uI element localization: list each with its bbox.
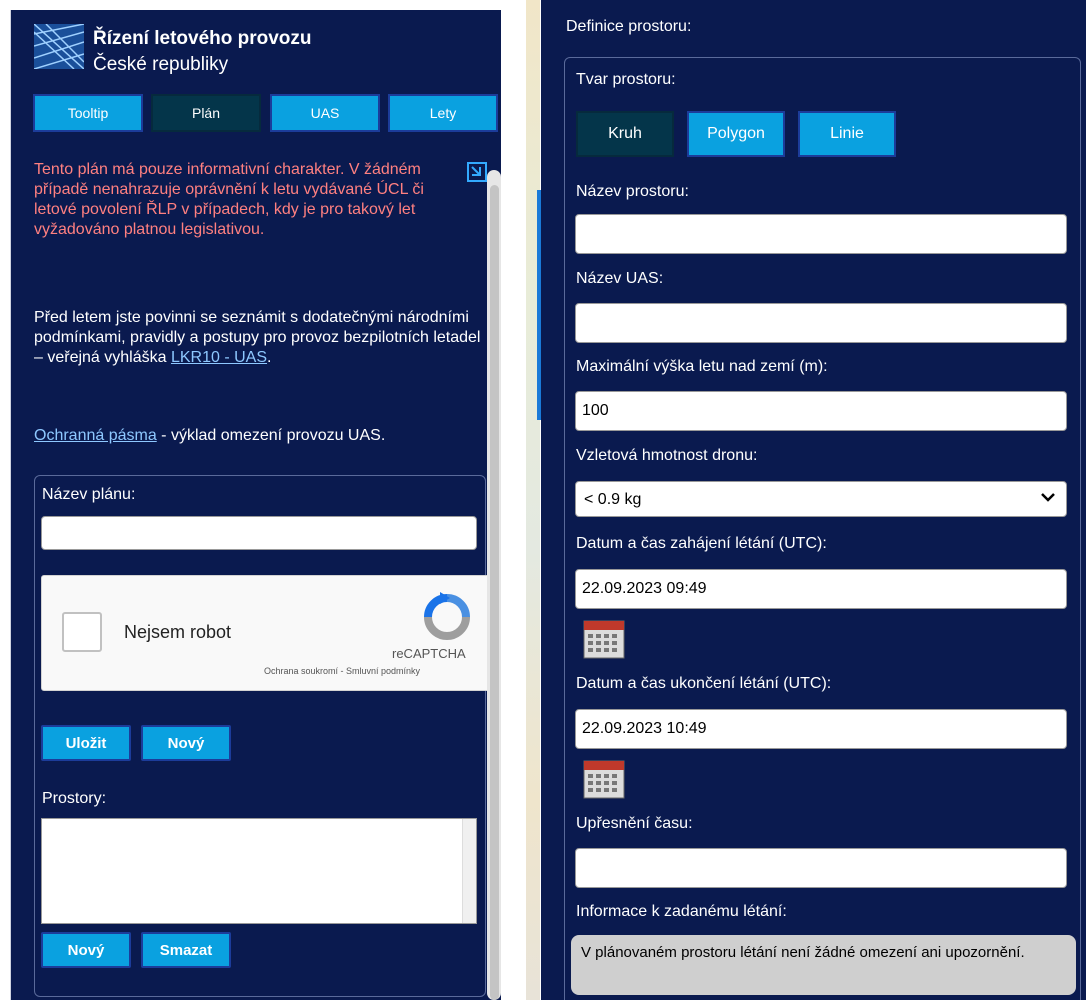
end-time-label: Datum a čas ukončení létání (UTC): — [576, 675, 832, 692]
new-plan-button[interactable]: Nový — [141, 725, 231, 761]
protection-paragraph: Ochranná pásma - výklad omezení provozu … — [34, 426, 494, 446]
rlp-logo-icon — [34, 24, 84, 69]
collapse-icon[interactable] — [467, 162, 487, 182]
plan-panel: Řízení letového provozu České republiky … — [10, 10, 501, 1000]
brand-subtitle: České republiky — [93, 54, 229, 75]
uas-name-label: Název UAS: — [576, 270, 664, 287]
recaptcha-checkbox[interactable] — [62, 612, 102, 652]
brand-title: Řízení letového provozu — [93, 28, 312, 49]
panel-scrollbar-thumb[interactable] — [490, 185, 499, 1000]
new-space-button[interactable]: Nový — [41, 932, 131, 968]
tab-bar: Tooltip Plán UAS Lety — [33, 94, 498, 136]
max-height-input[interactable] — [575, 391, 1067, 431]
weight-label: Vzletová hmotnost dronu: — [576, 447, 758, 464]
time-spec-label: Upřesnění času: — [576, 815, 693, 832]
tab-uas[interactable]: UAS — [270, 94, 380, 132]
delete-space-button[interactable]: Smazat — [141, 932, 231, 968]
plan-name-input[interactable] — [41, 516, 477, 550]
info-text-end: . — [267, 349, 272, 366]
start-calendar-icon[interactable] — [583, 618, 625, 660]
uas-name-input[interactable] — [575, 303, 1067, 343]
map-background[interactable] — [526, 0, 540, 1000]
lkr10-link[interactable]: LKR10 - UAS — [171, 349, 267, 366]
recaptcha-widget: Nejsem robot reCAPTCHA Ochrana soukromí … — [41, 575, 501, 691]
recaptcha-logo-icon — [424, 592, 470, 640]
recaptcha-label: Nejsem robot — [124, 622, 232, 642]
weight-select[interactable]: < 0.9 kg — [575, 481, 1067, 517]
space-name-input[interactable] — [575, 214, 1067, 254]
shape-line-button[interactable]: Linie — [798, 111, 896, 157]
spaces-list-scrollbar[interactable] — [462, 819, 476, 923]
tab-plan[interactable]: Plán — [151, 94, 261, 132]
flight-info-notice: V plánovaném prostoru létání není žádné … — [571, 935, 1076, 995]
shape-polygon-button[interactable]: Polygon — [687, 111, 785, 157]
protection-text: - výklad omezení provozu UAS. — [156, 427, 386, 444]
flight-info-label: Informace k zadanému létání: — [576, 903, 787, 920]
start-time-input[interactable] — [575, 569, 1067, 609]
end-time-input[interactable] — [575, 709, 1067, 749]
protection-zones-link[interactable]: Ochranná pásma — [34, 427, 157, 444]
info-paragraph: Před letem jste povinni se seznámit s do… — [34, 308, 486, 368]
shape-label: Tvar prostoru: — [576, 71, 676, 88]
start-time-label: Datum a čas zahájení létání (UTC): — [576, 535, 827, 552]
tab-tooltip[interactable]: Tooltip — [33, 94, 143, 132]
space-definition-panel: Definice prostoru: Tvar prostoru: Kruh P… — [541, 0, 1086, 1000]
recaptcha-brand: reCAPTCHA — [392, 646, 466, 661]
tab-lety[interactable]: Lety — [388, 94, 498, 132]
recaptcha-links[interactable]: Ochrana soukromí - Smluvní podmínky — [264, 666, 420, 676]
space-name-label: Název prostoru: — [576, 183, 689, 200]
time-spec-input[interactable] — [575, 848, 1067, 888]
shape-circle-button[interactable]: Kruh — [576, 111, 674, 157]
chevron-down-icon — [1041, 493, 1055, 502]
space-definition-title: Definice prostoru: — [566, 18, 692, 35]
disclaimer-text: Tento plán má pouze informativní charakt… — [34, 161, 424, 238]
spaces-list[interactable] — [41, 818, 477, 924]
save-plan-button[interactable]: Uložit — [41, 725, 131, 761]
end-calendar-icon[interactable] — [583, 758, 625, 800]
max-height-label: Maximální výška letu nad zemí (m): — [576, 358, 828, 375]
spaces-label: Prostory: — [42, 790, 107, 807]
plan-name-label: Název plánu: — [42, 486, 136, 503]
weight-selected-value: < 0.9 kg — [584, 491, 642, 508]
